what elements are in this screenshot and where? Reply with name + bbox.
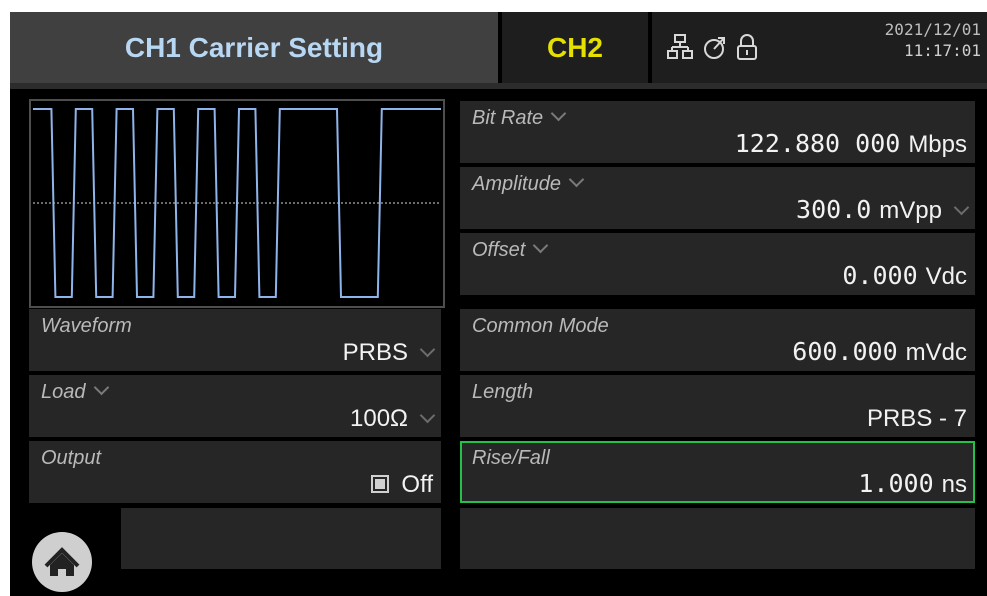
load-label-wrap: Load <box>41 379 109 404</box>
amplitude-value: 300.0 <box>796 195 872 224</box>
offset-value: 0.000 <box>842 261 918 290</box>
amplitude-unit: mVpp <box>879 197 942 224</box>
chevron-down-icon <box>568 171 585 188</box>
screen: CH1 Carrier Setting CH2 2021/12/01 11:17… <box>10 12 987 596</box>
bit-rate-label-wrap: Bit Rate <box>472 105 567 130</box>
header-divider <box>10 83 987 89</box>
offset-label: Offset <box>472 239 526 261</box>
waveform-preview <box>29 99 445 308</box>
output-value-wrap: Off <box>371 471 433 499</box>
common-mode-label: Common Mode <box>472 315 609 337</box>
offset-value-wrap: 0.000 Vdc <box>842 261 967 291</box>
waveform-field[interactable]: Waveform PRBS <box>29 309 441 371</box>
rise-fall-field[interactable]: Rise/Fall 1.000 ns <box>460 441 975 503</box>
output-field[interactable]: Output Off <box>29 441 441 503</box>
length-label: Length <box>472 381 534 403</box>
output-checkbox[interactable] <box>371 475 390 493</box>
rise-fall-value-wrap: 1.000 ns <box>858 469 967 499</box>
offset-unit: Vdc <box>925 263 967 290</box>
amplitude-field[interactable]: Amplitude 300.0 mVpp <box>460 167 975 229</box>
datetime: 2021/12/01 11:17:01 <box>885 20 981 60</box>
tab-ch2[interactable]: CH2 <box>502 12 648 83</box>
offset-field[interactable]: Offset 0.000 Vdc <box>460 233 975 295</box>
network-icon <box>667 34 693 59</box>
output-value: Off <box>401 471 433 498</box>
chevron-down-icon <box>953 199 970 216</box>
waveform-plot <box>33 108 441 298</box>
chevron-down-icon <box>533 237 549 254</box>
date-text: 2021/12/01 <box>884 20 981 39</box>
home-button[interactable] <box>32 532 92 592</box>
sync-icon <box>704 37 725 59</box>
offset-label-wrap: Offset <box>472 237 549 262</box>
load-field[interactable]: Load 100Ω <box>29 375 441 437</box>
waveform-value: PRBS <box>342 339 408 366</box>
waveform-value-wrap: PRBS <box>342 339 436 367</box>
chevron-down-icon <box>550 105 567 122</box>
waveform-trace <box>33 108 441 298</box>
amplitude-value-wrap: 300.0 mVpp <box>796 195 970 225</box>
rise-fall-label: Rise/Fall <box>472 447 550 469</box>
empty-slot-left <box>121 508 441 569</box>
bit-rate-unit: Mbps <box>908 131 967 158</box>
chevron-down-icon <box>419 407 436 424</box>
bit-rate-label: Bit Rate <box>472 107 544 129</box>
load-value: 100Ω <box>350 405 408 432</box>
common-mode-value: 600.000 <box>792 337 898 366</box>
empty-slot-right <box>460 508 975 569</box>
length-value: PRBS - 7 <box>866 405 967 432</box>
common-mode-unit: mVdc <box>905 339 967 366</box>
bit-rate-field[interactable]: Bit Rate 122.880 000 Mbps <box>460 101 975 163</box>
load-value-wrap: 100Ω <box>350 405 436 433</box>
common-mode-field[interactable]: Common Mode 600.000 mVdc <box>460 309 975 371</box>
lock-icon <box>737 34 757 60</box>
chevron-down-icon <box>419 341 436 358</box>
rise-fall-unit: ns <box>941 471 967 498</box>
waveform-label: Waveform <box>41 315 132 337</box>
length-field[interactable]: Length PRBS - 7 <box>460 375 975 437</box>
common-mode-value-wrap: 600.000 mVdc <box>792 337 967 367</box>
bit-rate-value-wrap: 122.880 000 Mbps <box>735 129 967 159</box>
chevron-down-icon <box>93 379 109 396</box>
amplitude-label: Amplitude <box>472 173 561 195</box>
ch1-carrier-setting-title[interactable]: CH1 Carrier Setting <box>10 12 498 83</box>
bit-rate-value: 122.880 000 <box>734 129 901 158</box>
load-label: Load <box>41 381 86 403</box>
time-text: 11:17:01 <box>903 41 981 60</box>
amplitude-label-wrap: Amplitude <box>472 171 585 196</box>
output-label: Output <box>41 447 102 469</box>
status-bar: 2021/12/01 11:17:01 <box>652 12 987 83</box>
home-icon <box>44 547 80 576</box>
rise-fall-value: 1.000 <box>858 469 934 498</box>
